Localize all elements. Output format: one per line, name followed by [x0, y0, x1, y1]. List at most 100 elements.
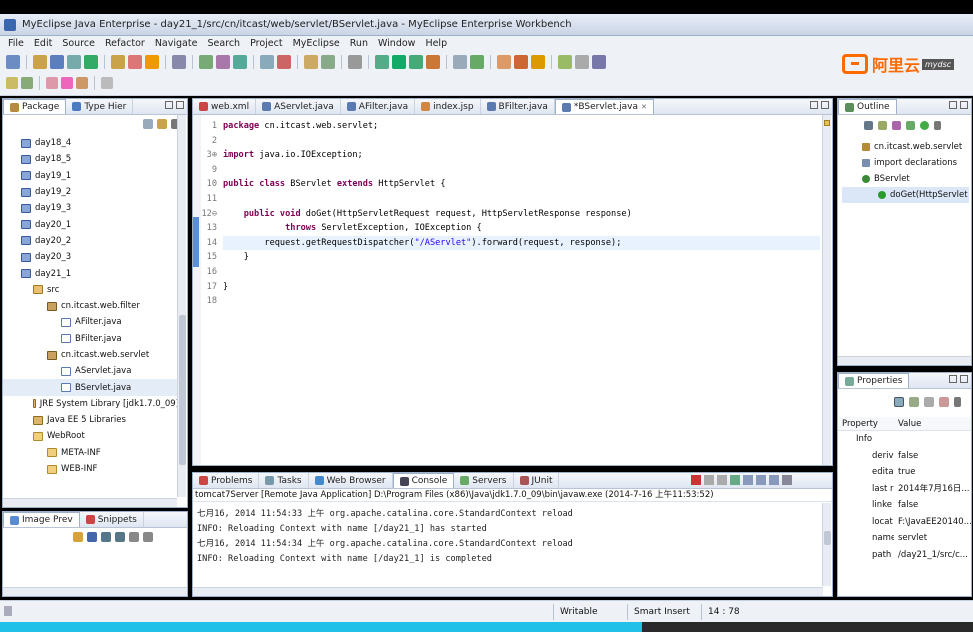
- package-tree-vscrollbar[interactable]: [177, 115, 186, 497]
- editor-vscrollbar[interactable]: [822, 115, 831, 465]
- clear-console-icon[interactable]: [730, 475, 740, 485]
- show-categories-icon[interactable]: [894, 397, 904, 407]
- db-icon[interactable]: [260, 55, 274, 69]
- code-line[interactable]: 3⊕ import java.io.IOException;: [207, 148, 820, 163]
- package-tree-hscrollbar[interactable]: [3, 498, 177, 507]
- display-console-icon[interactable]: [769, 475, 779, 485]
- menu-myeclipse[interactable]: MyEclipse: [288, 38, 345, 49]
- zoom-in-icon[interactable]: [101, 532, 111, 542]
- terminate-icon[interactable]: [691, 475, 701, 485]
- overview-warning-icon[interactable]: [824, 120, 830, 126]
- editor-tab[interactable]: BFilter.java: [481, 99, 555, 114]
- property-row[interactable]: name servlet: [838, 530, 971, 547]
- tab-properties[interactable]: Properties: [838, 373, 910, 388]
- tab-outline[interactable]: Outline: [838, 99, 897, 114]
- back-icon[interactable]: [46, 77, 58, 89]
- run-icon[interactable]: [145, 55, 159, 69]
- tree-item[interactable]: cn.itcast.web.filter: [3, 298, 179, 314]
- pin-icon[interactable]: [497, 55, 511, 69]
- maximize-icon[interactable]: [821, 101, 829, 109]
- maximize-icon[interactable]: [176, 101, 184, 109]
- toggle-icon[interactable]: [172, 55, 186, 69]
- editor-tab[interactable]: AFilter.java: [341, 99, 416, 114]
- hide-static-icon[interactable]: [892, 121, 901, 130]
- tree-item[interactable]: src: [3, 282, 179, 298]
- column-property[interactable]: Property: [838, 417, 894, 430]
- editor-tab[interactable]: web.xml: [193, 99, 257, 114]
- menu-search[interactable]: Search: [202, 38, 245, 49]
- layout-icon[interactable]: [575, 55, 589, 69]
- property-row[interactable]: deriv false: [838, 448, 971, 465]
- refresh-icon[interactable]: [73, 532, 83, 542]
- tab-servers[interactable]: Servers: [454, 473, 514, 488]
- remove-all-icon[interactable]: [717, 475, 727, 485]
- editor-tab[interactable]: *BServlet.java ✕: [554, 99, 654, 114]
- server-icon[interactable]: [199, 55, 213, 69]
- tree-item[interactable]: WebRoot: [3, 428, 179, 444]
- open-console-icon[interactable]: [782, 475, 792, 485]
- link-with-editor-icon[interactable]: [157, 119, 167, 129]
- menu-project[interactable]: Project: [245, 38, 288, 49]
- tree-item[interactable]: AServlet.java: [3, 363, 179, 379]
- tree-item[interactable]: JRE System Library [jdk1.7.0_09]: [3, 396, 179, 412]
- image-preview-hscrollbar[interactable]: [3, 587, 187, 596]
- tree-item[interactable]: AFilter.java: [3, 314, 179, 330]
- collapse-all-icon[interactable]: [143, 119, 153, 129]
- fit-icon[interactable]: [129, 532, 139, 542]
- run-last-icon[interactable]: [6, 77, 18, 89]
- tomcat-icon[interactable]: [277, 55, 291, 69]
- menu-edit[interactable]: Edit: [29, 38, 57, 49]
- minimize-icon[interactable]: [949, 101, 957, 109]
- menu-refactor[interactable]: Refactor: [100, 38, 150, 49]
- outline-hscrollbar[interactable]: [838, 356, 971, 365]
- bookmark-icon[interactable]: [531, 55, 545, 69]
- print-icon[interactable]: [67, 55, 81, 69]
- outline-item[interactable]: doGet(HttpServlet: [842, 187, 969, 203]
- deploy-icon[interactable]: [216, 55, 230, 69]
- code-line[interactable]: 1 package cn.itcast.web.servlet;: [212, 119, 820, 134]
- next-edit-icon[interactable]: [470, 55, 484, 69]
- menu-help[interactable]: Help: [420, 38, 452, 49]
- code-line[interactable]: 2: [212, 134, 820, 149]
- last-edit-icon[interactable]: [76, 77, 88, 89]
- filter-icon[interactable]: [924, 397, 934, 407]
- tree-item[interactable]: day20_3: [3, 249, 179, 265]
- perspective-icon[interactable]: [558, 55, 572, 69]
- restore-default-icon[interactable]: [939, 397, 949, 407]
- menu-run[interactable]: Run: [345, 38, 373, 49]
- tree-item[interactable]: day20_1: [3, 216, 179, 232]
- pin-console-icon[interactable]: [756, 475, 766, 485]
- code-line[interactable]: 15 }: [207, 250, 820, 265]
- video-progress-bar[interactable]: [0, 622, 973, 632]
- maximize-icon[interactable]: [960, 101, 968, 109]
- tab-console[interactable]: Console: [392, 473, 455, 488]
- tree-item[interactable]: Java EE 5 Libraries: [3, 412, 179, 428]
- tree-item[interactable]: WEB-INF: [3, 461, 179, 477]
- property-row[interactable]: path/day21_1/src/c...: [838, 547, 971, 564]
- remove-launch-icon[interactable]: [704, 475, 714, 485]
- search-icon[interactable]: [321, 55, 335, 69]
- tree-item[interactable]: day18_5: [3, 151, 179, 167]
- menu-window[interactable]: Window: [373, 38, 420, 49]
- hide-fields-icon[interactable]: [878, 121, 887, 130]
- tree-item[interactable]: BFilter.java: [3, 331, 179, 347]
- browser-icon[interactable]: [233, 55, 247, 69]
- code-line[interactable]: 18: [207, 294, 820, 309]
- column-value[interactable]: Value: [894, 417, 921, 430]
- code-area[interactable]: 1 package cn.itcast.web.servlet; 2 3⊕ import…: [201, 119, 820, 309]
- outline-item[interactable]: BServlet: [842, 171, 969, 187]
- run-config-icon[interactable]: [84, 55, 98, 69]
- hide-local-types-icon[interactable]: [920, 121, 929, 130]
- tree-item[interactable]: cn.itcast.web.servlet: [3, 347, 179, 363]
- view-menu-icon[interactable]: [934, 121, 941, 130]
- minimize-icon[interactable]: [810, 101, 818, 109]
- property-row[interactable]: edita true: [838, 464, 971, 481]
- tree-item[interactable]: day20_2: [3, 233, 179, 249]
- show-advanced-icon[interactable]: [909, 397, 919, 407]
- zoom-out-icon[interactable]: [115, 532, 125, 542]
- run-green-icon[interactable]: [392, 55, 406, 69]
- prev-edit-icon[interactable]: [453, 55, 467, 69]
- editor-tab[interactable]: AServlet.java: [256, 99, 341, 114]
- code-line[interactable]: 13 throws ServletException, IOException …: [207, 221, 820, 236]
- tab-type-hierarchy[interactable]: Type Hier: [66, 99, 134, 114]
